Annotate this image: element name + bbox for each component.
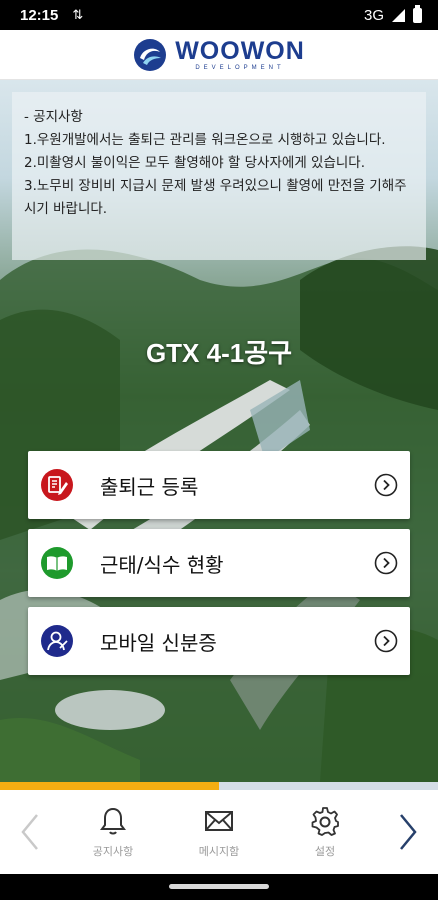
bottom-navigation: 공지사항 메시지함 설정 bbox=[0, 790, 438, 874]
network-type: 3G bbox=[363, 6, 384, 24]
bell-icon bbox=[100, 807, 126, 835]
attendance-register-icon bbox=[41, 469, 73, 501]
nav-settings[interactable]: 설정 bbox=[272, 805, 378, 859]
id-user-icon bbox=[41, 625, 73, 657]
nav-notices[interactable]: 공지사항 bbox=[60, 805, 166, 859]
menu-label: 출퇴근 등록 bbox=[100, 474, 199, 499]
chevron-right-circle-icon bbox=[374, 473, 398, 497]
sync-icon: ⇅ bbox=[72, 7, 84, 22]
attendance-meal-status-button[interactable]: 근태/식수 현황 bbox=[28, 529, 410, 597]
chevron-right-circle-icon bbox=[374, 551, 398, 575]
logo-subtitle: DEVELOPMENT bbox=[195, 65, 285, 71]
woowon-logo-icon bbox=[134, 38, 167, 71]
logo-text: WOOWON DEVELOPMENT bbox=[175, 38, 305, 71]
book-icon bbox=[41, 547, 73, 579]
status-right: 3G bbox=[363, 4, 422, 24]
menu-label: 근태/식수 현황 bbox=[100, 552, 224, 577]
status-bar: 12:15 ⇅ 3G bbox=[0, 0, 438, 30]
clock: 12:15 bbox=[20, 6, 59, 24]
next-page-button[interactable] bbox=[378, 790, 438, 874]
signal-icon bbox=[392, 8, 405, 22]
nav-messages[interactable]: 메시지함 bbox=[166, 805, 272, 859]
envelope-icon bbox=[205, 811, 233, 831]
battery-icon bbox=[413, 4, 422, 23]
progress-fill bbox=[0, 782, 219, 790]
notice-board: - 공지사항 1.우원개발에서는 출퇴근 관리를 워크온으로 시행하고 있습니다… bbox=[12, 92, 426, 260]
page-progress-bar bbox=[0, 782, 438, 790]
gear-icon bbox=[311, 807, 339, 836]
menu-label: 모바일 신분증 bbox=[100, 630, 217, 655]
chevron-left-icon bbox=[21, 814, 38, 850]
nav-label: 공지사항 bbox=[92, 845, 134, 858]
notice-title: - 공지사항 bbox=[24, 109, 83, 125]
notice-line-2: 2.미촬영시 불이익은 모두 촬영해야 할 당사자에게 있습니다. bbox=[24, 155, 365, 171]
mobile-id-button[interactable]: 모바일 신분증 bbox=[28, 607, 410, 675]
home-gesture-handle[interactable] bbox=[169, 884, 269, 889]
chevron-right-icon bbox=[400, 814, 417, 850]
notice-line-3: 3.노무비 장비비 지급시 문제 발생 우려있으니 촬영에 만전을 기해주시기 … bbox=[24, 178, 407, 217]
nav-label: 설정 bbox=[314, 845, 336, 858]
attendance-register-button[interactable]: 출퇴근 등록 bbox=[28, 451, 410, 519]
prev-page-button[interactable] bbox=[0, 790, 60, 874]
logo-name: WOOWON bbox=[175, 37, 305, 65]
nav-label: 메시지함 bbox=[198, 845, 240, 858]
hero-background: - 공지사항 1.우원개발에서는 출퇴근 관리를 워크온으로 시행하고 있습니다… bbox=[0, 80, 438, 782]
notice-line-1: 1.우원개발에서는 출퇴근 관리를 워크온으로 시행하고 있습니다. bbox=[24, 132, 386, 148]
company-logo: WOOWON DEVELOPMENT bbox=[133, 38, 305, 72]
app-header: WOOWON DEVELOPMENT bbox=[0, 30, 438, 80]
site-title: GTX 4-1공구 bbox=[145, 338, 293, 368]
chevron-right-circle-icon bbox=[374, 629, 398, 653]
